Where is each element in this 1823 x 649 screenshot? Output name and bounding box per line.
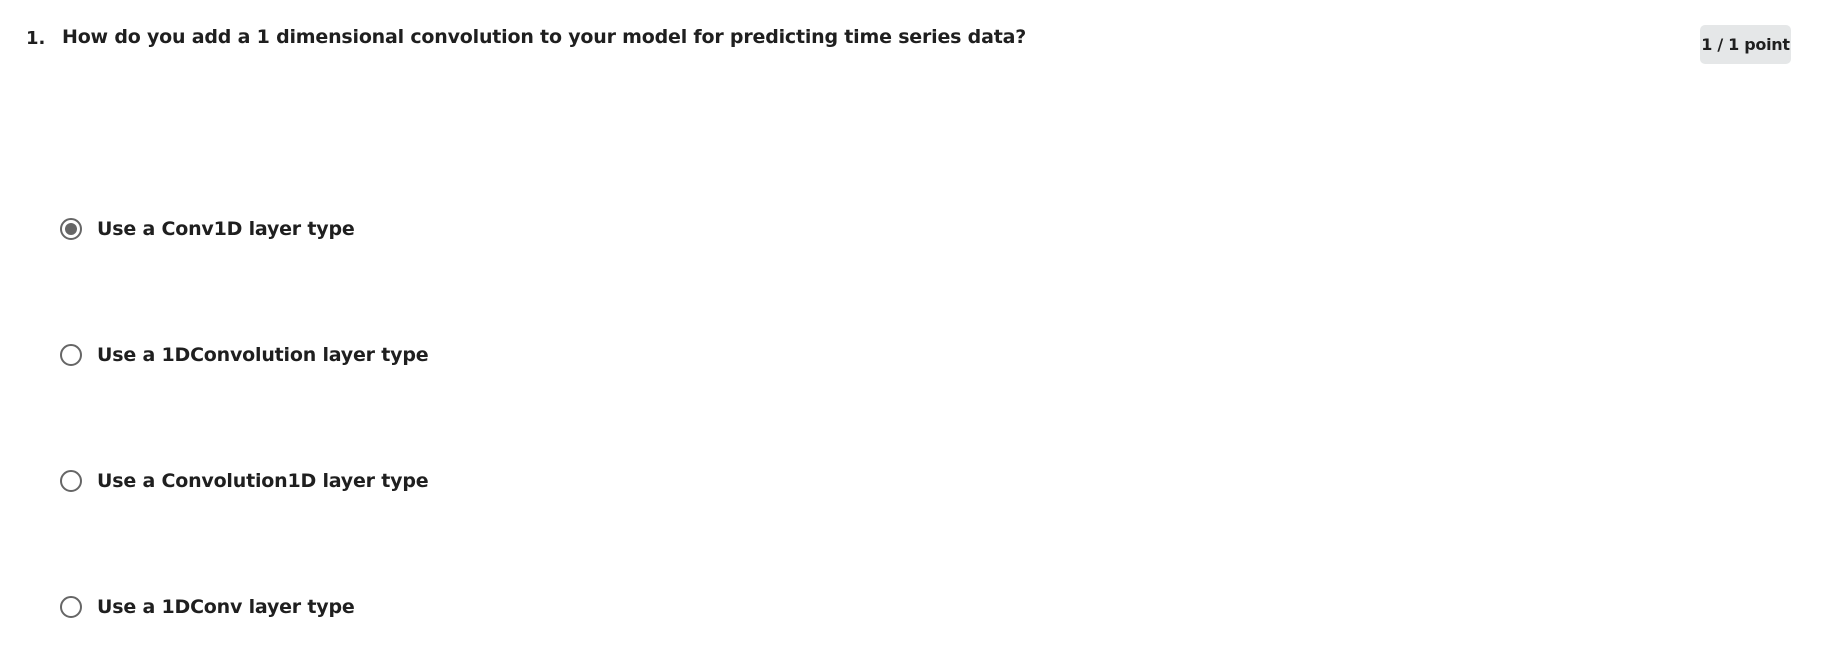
option-conv1d[interactable]: Use a Conv1D layer type [60,218,355,240]
option-label: Use a 1DConvolution layer type [97,344,429,366]
question-text: How do you add a 1 dimensional convoluti… [62,26,1027,48]
option-1dconv[interactable]: Use a 1DConv layer type [60,596,355,618]
score-badge: 1 / 1 point [1700,25,1791,64]
radio-unselected-icon[interactable] [60,470,82,492]
radio-unselected-icon[interactable] [60,596,82,618]
question-number: 1. [26,28,46,49]
option-1dconvolution[interactable]: Use a 1DConvolution layer type [60,344,429,366]
option-label: Use a Convolution1D layer type [97,470,429,492]
radio-selected-icon[interactable] [60,218,82,240]
option-label: Use a Conv1D layer type [97,218,355,240]
radio-unselected-icon[interactable] [60,344,82,366]
option-label: Use a 1DConv layer type [97,596,355,618]
option-convolution1d[interactable]: Use a Convolution1D layer type [60,470,429,492]
